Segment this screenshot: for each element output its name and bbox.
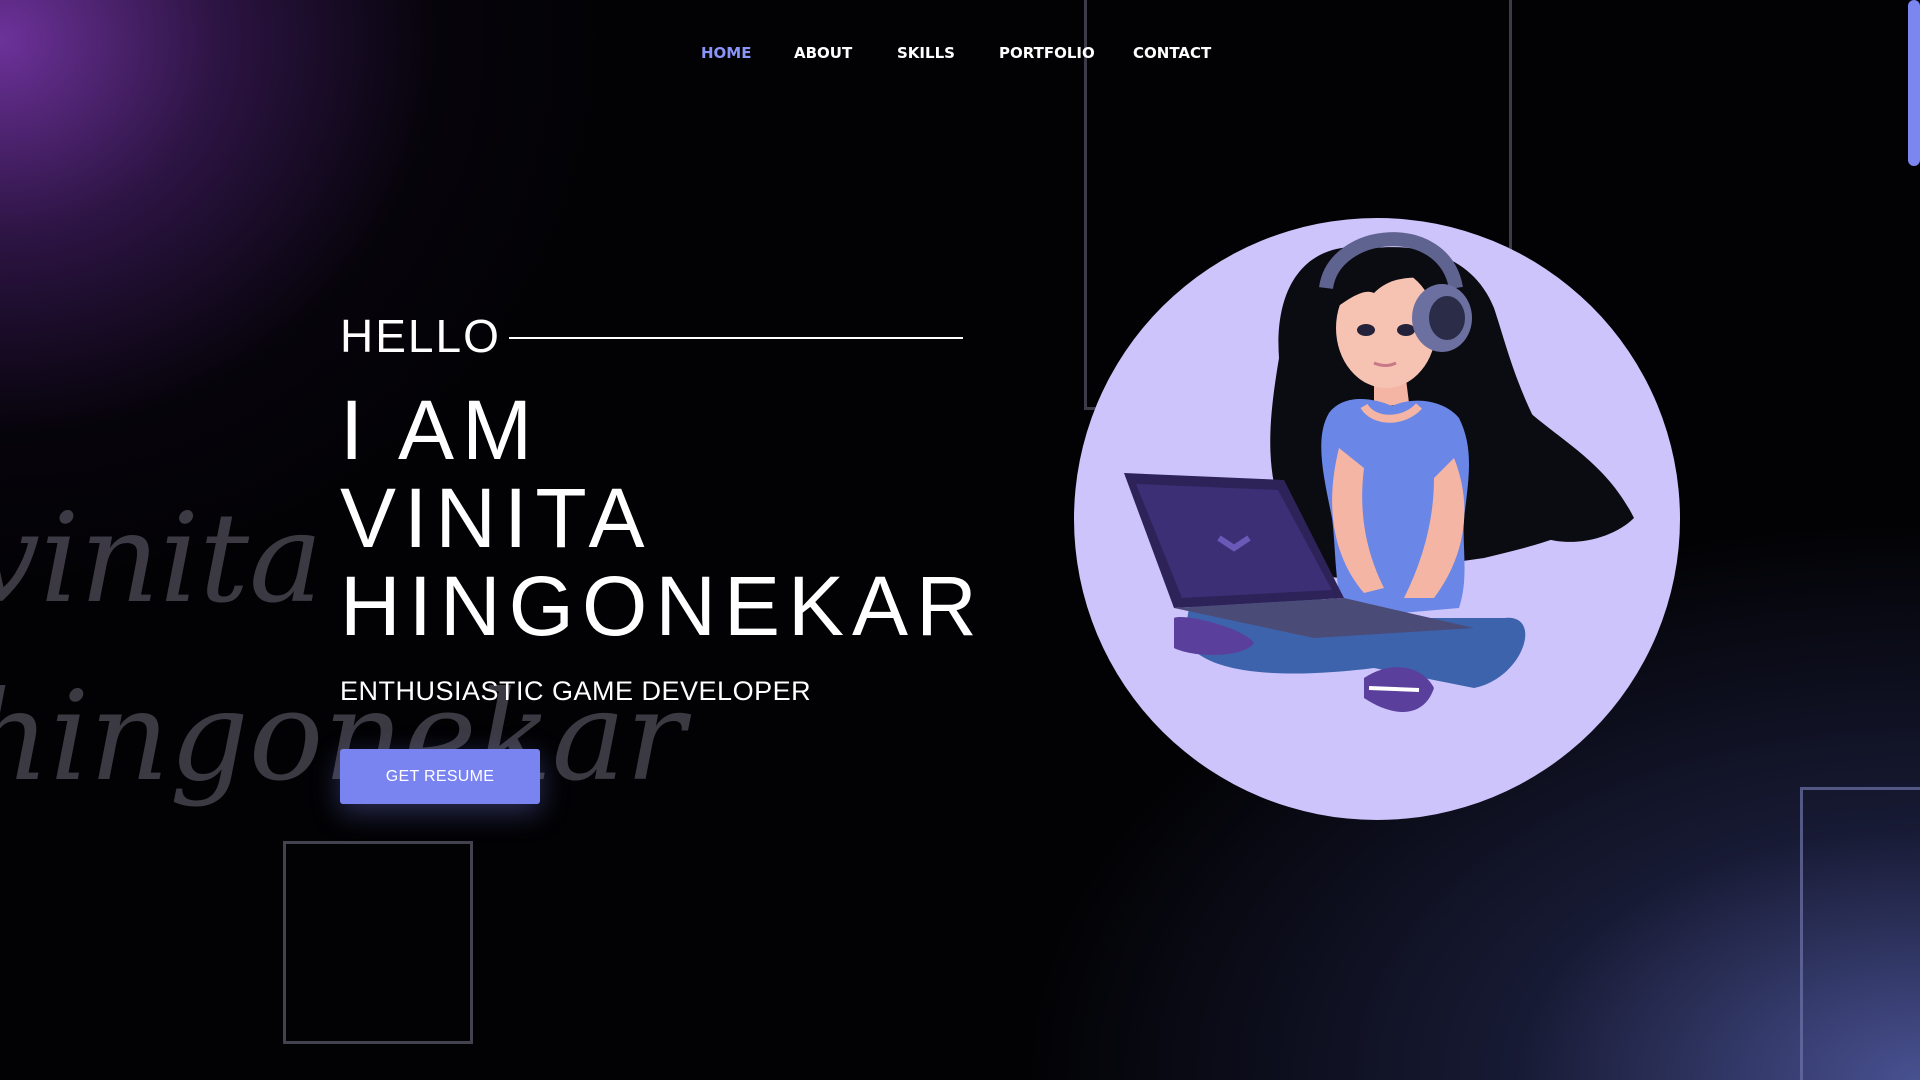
nav-home-link[interactable]: HOME (701, 44, 751, 62)
name-line-first: VINITA (340, 471, 653, 565)
name-line-intro: I AM (340, 383, 541, 477)
scrollbar-thumb[interactable] (1908, 0, 1920, 166)
nav-portfolio-link[interactable]: PORTFOLIO (999, 44, 1095, 62)
page-scrollbar[interactable] (1908, 0, 1920, 1080)
portfolio-home-page: vinita hingonekar HOME ABOUT SKILLS PORT… (0, 0, 1920, 1080)
greeting-text: HELLO (340, 310, 501, 362)
greeting-divider-line (508, 337, 963, 339)
avatar (1074, 218, 1680, 820)
nav-about-link[interactable]: ABOUT (794, 44, 852, 62)
decorative-frame-bottom-left (283, 841, 473, 1044)
hero-tagline: ENTHUSIASTIC GAME DEVELOPER (340, 676, 812, 706)
hero-name-heading: I AM VINITA HINGONEKAR (340, 386, 985, 650)
name-line-last: HINGONEKAR (340, 559, 985, 653)
greeting-row: HELLO (340, 308, 963, 364)
girl-with-headphones-and-laptop-icon (1124, 232, 1634, 712)
get-resume-button[interactable]: GET RESUME (340, 749, 540, 804)
nav-contact-link[interactable]: CONTACT (1133, 44, 1211, 62)
decorative-frame-bottom-right (1800, 787, 1920, 1080)
nav-skills-link[interactable]: SKILLS (897, 44, 955, 62)
main-navigation: HOME ABOUT SKILLS PORTFOLIO CONTACT (0, 44, 1920, 68)
